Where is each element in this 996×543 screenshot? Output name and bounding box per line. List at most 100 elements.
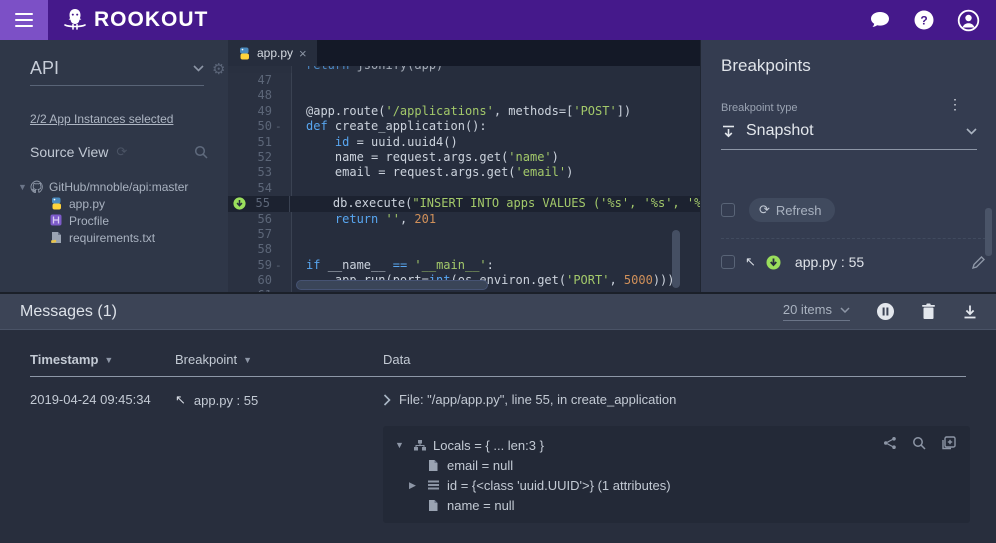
fold-marker[interactable]: - — [275, 119, 281, 134]
arrow-up-left-icon: ↖ — [175, 392, 186, 408]
expand-chevron-icon[interactable] — [383, 394, 391, 406]
vertical-scrollbar[interactable] — [672, 230, 680, 288]
refresh-icon: ⟳ — [759, 202, 770, 218]
breakpoint-icon[interactable] — [233, 197, 246, 210]
tree-item-github-mnoble-api-master[interactable]: ▼GitHub/mnoble/api:master — [0, 178, 228, 195]
code-editor: app.py × return jsonify(app) 474849@app.… — [228, 40, 700, 292]
leaf-icon — [427, 499, 441, 512]
tree-item-requirements-txt[interactable]: requirements.txt — [0, 229, 228, 246]
line-gutter[interactable]: 52 — [228, 150, 292, 165]
menu-button[interactable] — [0, 0, 48, 40]
kebab-menu-icon[interactable]: ⋮ — [948, 96, 962, 113]
breakpoint-type-label: Breakpoint type — [721, 102, 797, 114]
tree-item-app-py[interactable]: app.py — [0, 195, 228, 212]
divider — [721, 238, 986, 239]
svg-text:?: ? — [920, 14, 927, 28]
leaf-icon — [427, 459, 441, 472]
code-line-56[interactable]: 56 return '', 201 — [228, 212, 700, 227]
line-gutter[interactable]: 50- — [228, 119, 292, 134]
code-line-54[interactable]: 54 — [228, 181, 700, 196]
chevron-down-icon — [193, 65, 204, 72]
search-icon[interactable] — [912, 436, 926, 450]
arrow-up-left-icon: ↖ — [745, 254, 756, 270]
chat-icon[interactable] — [869, 10, 891, 30]
code-line-48[interactable]: 48 — [228, 88, 700, 103]
line-gutter[interactable]: 53 — [228, 165, 292, 180]
code-line-57[interactable]: 57 — [228, 227, 700, 242]
cell-data-summary[interactable]: File: "/app/app.py", line 55, in create_… — [383, 392, 676, 407]
sort-caret-icon: ▼ — [104, 355, 113, 365]
line-gutter[interactable]: 56 — [228, 212, 292, 227]
column-header-breakpoint[interactable]: Breakpoint▼ — [175, 352, 252, 367]
caret-down-icon[interactable]: ▼ — [18, 182, 30, 192]
file-tree: ▼GitHub/mnoble/api:masterapp.pyProcfiler… — [0, 178, 228, 246]
locals-row[interactable]: name = null — [395, 495, 958, 515]
locals-row[interactable]: email = null — [395, 455, 958, 475]
code-area[interactable]: return jsonify(app) 474849@app.route('/a… — [228, 66, 700, 292]
code-line-59[interactable]: 59-if __name__ == '__main__': — [228, 258, 700, 273]
breakpoint-list-item[interactable]: ↖ app.py : 55 — [721, 254, 986, 270]
tree-item-procfile[interactable]: Procfile — [0, 212, 228, 229]
sync-icon[interactable]: ⟳ — [116, 144, 127, 160]
code-line-52[interactable]: 52 name = request.args.get('name') — [228, 150, 700, 165]
expand-icon[interactable] — [941, 436, 956, 450]
chevron-down-icon — [840, 307, 850, 313]
code-line-53[interactable]: 53 email = request.args.get('email') — [228, 165, 700, 180]
code-line-50[interactable]: 50-def create_application(): — [228, 119, 700, 134]
edit-pencil-icon[interactable] — [971, 255, 986, 270]
line-gutter[interactable]: 57 — [228, 227, 292, 242]
line-gutter[interactable]: 54 — [228, 181, 292, 196]
panel-scrollbar[interactable] — [985, 208, 992, 256]
horizontal-scrollbar[interactable] — [296, 280, 488, 290]
cell-timestamp: 2019-04-24 09:45:34 — [30, 392, 151, 407]
line-gutter[interactable]: 60 — [228, 273, 292, 288]
line-gutter[interactable]: 58 — [228, 242, 292, 257]
download-icon[interactable] — [962, 304, 978, 320]
line-gutter[interactable]: 49 — [228, 104, 292, 119]
procfile-icon — [50, 214, 64, 227]
trash-icon[interactable] — [921, 303, 936, 320]
fold-marker[interactable]: - — [275, 258, 281, 273]
locals-row[interactable]: ▶id = {<class 'uuid.UUID'>} (1 attribute… — [395, 475, 958, 495]
rookout-logo[interactable]: ROOKOUT — [62, 6, 208, 34]
close-icon[interactable]: × — [299, 46, 307, 61]
account-icon[interactable] — [957, 9, 980, 32]
messages-table: Timestamp▼ Breakpoint▼ Data 2019-04-24 0… — [0, 330, 996, 542]
breakpoint-type-select[interactable]: Snapshot — [721, 122, 977, 150]
column-header-timestamp[interactable]: Timestamp▼ — [30, 352, 113, 367]
code-line-58[interactable]: 58 — [228, 242, 700, 257]
code-line-47[interactable]: 47 — [228, 73, 700, 88]
locals-root-row[interactable]: ▼ Locals = { ... len:3 } — [395, 435, 958, 455]
list-icon — [427, 479, 441, 492]
code-line-55[interactable]: 55 db.execute("INSERT INTO apps VALUES (… — [228, 196, 700, 211]
code-line-49[interactable]: 49@app.route('/applications', methods=['… — [228, 104, 700, 119]
logo-text: ROOKOUT — [94, 8, 208, 32]
tree-structure-icon — [413, 439, 427, 452]
caret-down-icon[interactable]: ▼ — [395, 440, 407, 450]
select-all-checkbox[interactable] — [721, 203, 735, 217]
refresh-label: Refresh — [776, 203, 822, 218]
app-instances-link[interactable]: 2/2 App Instances selected — [30, 112, 173, 126]
line-gutter[interactable]: 59- — [228, 258, 292, 273]
breakpoint-checkbox[interactable] — [721, 255, 735, 269]
gear-icon[interactable]: ⚙ — [212, 60, 225, 78]
app-select[interactable]: API — [30, 58, 204, 86]
code-line-51[interactable]: 51 id = uuid.uuid4() — [228, 135, 700, 150]
column-header-data[interactable]: Data — [383, 352, 410, 367]
line-gutter[interactable]: 47 — [228, 73, 292, 88]
tab-app-py[interactable]: app.py × — [228, 40, 317, 66]
caret-right-icon[interactable]: ▶ — [409, 480, 421, 491]
items-per-page-select[interactable]: 20 items — [783, 302, 850, 321]
refresh-button[interactable]: ⟳ Refresh — [749, 198, 835, 222]
line-gutter[interactable]: 55 — [228, 196, 290, 211]
breakpoint-type-value: Snapshot — [746, 122, 956, 140]
app-select-value: API — [30, 58, 193, 79]
pause-icon[interactable] — [876, 302, 895, 321]
help-icon[interactable]: ? — [913, 9, 935, 31]
line-gutter[interactable]: 48 — [228, 88, 292, 103]
tab-label: app.py — [257, 46, 293, 60]
line-gutter[interactable]: 51 — [228, 135, 292, 150]
search-icon[interactable] — [194, 145, 208, 159]
table-header-divider — [30, 376, 966, 377]
share-icon[interactable] — [883, 436, 897, 450]
